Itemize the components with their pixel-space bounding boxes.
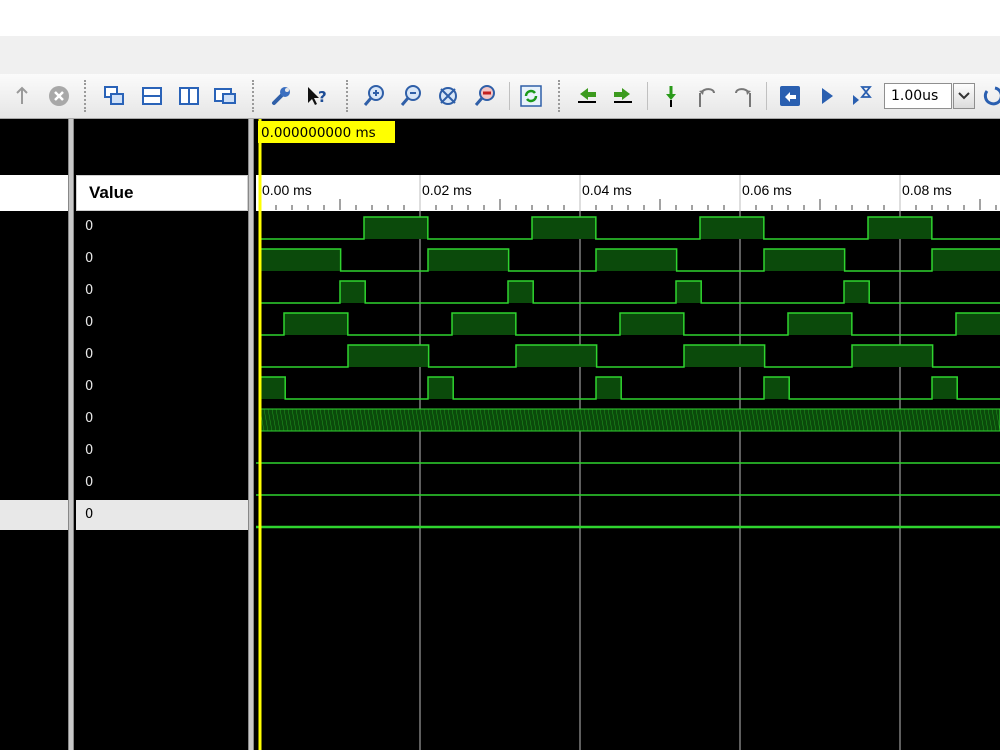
pulse-fill [516, 345, 597, 367]
zoom-in-icon[interactable] [360, 82, 388, 110]
pulse-fill [284, 313, 348, 335]
run-for-time-icon[interactable] [848, 82, 876, 110]
pulse-fill [932, 249, 1000, 271]
name-panel [0, 119, 68, 750]
pulse-fill [676, 281, 702, 303]
signal-value[interactable]: 0 [85, 379, 93, 394]
pulse-fill [596, 249, 677, 271]
signal-value[interactable]: 0 [85, 411, 93, 426]
pulse-fill [764, 377, 790, 399]
time-tick-label: 0.08 ms [902, 182, 952, 198]
name-value-splitter[interactable] [68, 119, 74, 750]
time-tick-label: 0.00 ms [262, 182, 312, 198]
time-tick-label: 0.04 ms [582, 182, 632, 198]
go-to-next-icon[interactable] [609, 82, 637, 110]
run-time-dropdown[interactable] [953, 83, 975, 109]
previous-marker-icon[interactable] [693, 82, 721, 110]
pulse-fill [844, 281, 870, 303]
signal-value[interactable]: 0 [85, 283, 93, 298]
run-time-input[interactable]: 1.00us [884, 83, 952, 109]
name-column-header[interactable] [0, 175, 68, 211]
pulse-fill [452, 313, 516, 335]
pulse-fill [260, 377, 286, 399]
pulse-fill [508, 281, 534, 303]
pulse-fill [620, 313, 684, 335]
pulse-fill [764, 249, 845, 271]
chevron-down-icon [958, 92, 970, 100]
pulse-fill [956, 313, 1000, 335]
tile-vertical-icon[interactable] [175, 82, 203, 110]
toolbar-separator [558, 80, 560, 112]
toolbar-separator [766, 82, 767, 110]
pulse-fill [684, 345, 765, 367]
toolbar-separator [509, 82, 510, 110]
cursor-time-label: 0.000000000 ms [261, 125, 376, 141]
toolbar: ? 1.00us [0, 74, 1000, 119]
cascade-windows-icon[interactable] [100, 82, 128, 110]
title-area [0, 0, 1000, 36]
signal-value[interactable]: 0 [85, 507, 93, 522]
up-arrow-icon[interactable] [8, 82, 36, 110]
signal-value[interactable]: 0 [85, 315, 93, 330]
run-all-icon[interactable] [812, 82, 840, 110]
restart-icon[interactable] [776, 82, 804, 110]
relaunch-icon[interactable] [980, 82, 1000, 110]
toolbar-separator [647, 82, 648, 110]
pulse-fill [260, 249, 341, 271]
svg-text:?: ? [318, 88, 327, 106]
toolbar-separator [84, 80, 86, 112]
pulse-fill [340, 281, 366, 303]
wrench-icon[interactable] [267, 82, 295, 110]
pulse-fill [788, 313, 852, 335]
signal-value[interactable]: 0 [85, 347, 93, 362]
zoom-out-icon[interactable] [397, 82, 425, 110]
time-tick-label: 0.06 ms [742, 182, 792, 198]
pulse-fill [868, 217, 932, 239]
signal-trace [260, 376, 1000, 400]
pulse-fill [932, 377, 958, 399]
time-tick-label: 0.02 ms [422, 182, 472, 198]
cancel-icon[interactable] [45, 82, 73, 110]
signal-value[interactable]: 0 [85, 443, 93, 458]
refresh-icon[interactable] [517, 82, 545, 110]
signal-value[interactable]: 0 [85, 251, 93, 266]
tab-strip [0, 36, 1000, 74]
toolbar-separator [346, 80, 348, 112]
selected-name-row[interactable] [0, 500, 68, 530]
pulse-fill [596, 377, 622, 399]
waveform-canvas[interactable]: 0.00 ms 0.02 ms 0.04 ms 0.06 ms 0.08 ms 0.000… [256, 119, 1000, 750]
selected-value-row[interactable] [76, 500, 248, 530]
signal-value[interactable]: 0 [85, 475, 93, 490]
next-marker-icon[interactable] [729, 82, 757, 110]
pulse-fill [700, 217, 764, 239]
zoom-fit-icon[interactable] [434, 82, 462, 110]
add-marker-icon[interactable] [657, 82, 685, 110]
pulse-fill [428, 377, 454, 399]
signal-value[interactable]: 0 [85, 219, 93, 234]
signal-trace [260, 280, 1000, 304]
value-panel: Value 0 0 0 0 0 0 0 0 0 0 [76, 119, 248, 750]
pulse-fill [852, 345, 933, 367]
context-help-icon[interactable]: ? [303, 82, 331, 110]
toolbar-separator [252, 80, 254, 112]
pulse-fill [428, 249, 509, 271]
value-column-header[interactable]: Value [76, 175, 248, 211]
value-wave-splitter[interactable] [248, 119, 254, 750]
pulse-fill [532, 217, 596, 239]
tile-horizontal-icon[interactable] [138, 82, 166, 110]
zoom-to-cursor-icon[interactable] [471, 82, 499, 110]
pulse-fill [364, 217, 428, 239]
waveform-window: Value 0000000000 0.00 ms 0.02 ms 0.04 ms 0.… [0, 119, 1000, 750]
float-window-icon[interactable] [211, 82, 239, 110]
pulse-fill [348, 345, 429, 367]
go-to-previous-icon[interactable] [573, 82, 601, 110]
